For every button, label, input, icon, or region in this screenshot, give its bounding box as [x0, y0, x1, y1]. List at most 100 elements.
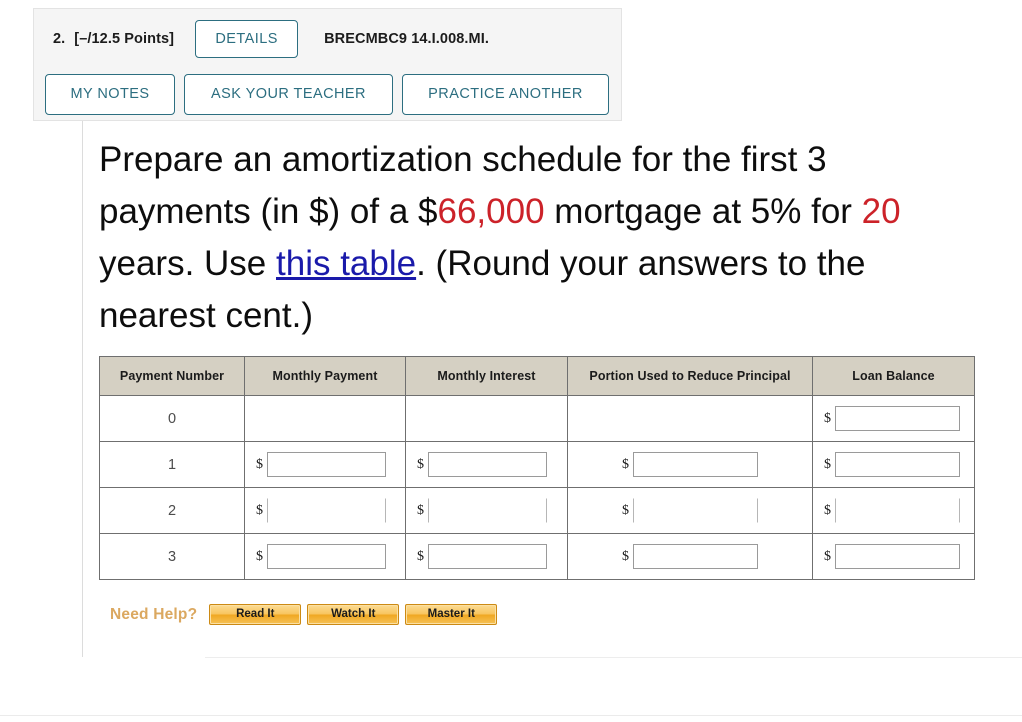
- monthly-interest-input-row-2[interactable]: [428, 498, 547, 523]
- dollar-sign-icon: $: [622, 548, 629, 564]
- cell-monthly-interest-1: $: [405, 441, 568, 488]
- content-left-divider: [82, 121, 83, 657]
- monthly-interest-input-row-3[interactable]: [428, 544, 547, 569]
- cell-monthly-interest-2: $: [405, 487, 568, 534]
- loan-balance-input-row-2[interactable]: [835, 498, 960, 523]
- money-group: $: [813, 534, 974, 579]
- monthly-interest-input-row-1[interactable]: [428, 452, 547, 477]
- cell-loan-balance-3: $: [812, 533, 975, 580]
- section-divider: [205, 657, 1022, 658]
- dollar-sign-icon: $: [256, 456, 263, 472]
- cell-loan-balance-1: $: [812, 441, 975, 488]
- money-group: $: [406, 488, 567, 533]
- question-code: BRECMBC9 14.I.008.MI.: [324, 31, 489, 47]
- dollar-sign-icon: $: [256, 502, 263, 518]
- loan-balance-input-row-3[interactable]: [835, 544, 960, 569]
- cell-portion-principal-2: $: [567, 487, 813, 534]
- cell-monthly-interest-0: [405, 395, 568, 442]
- question-line-1: Prepare an amortization schedule for the…: [99, 140, 827, 179]
- money-group: $: [568, 442, 812, 487]
- money-group: $: [245, 534, 405, 579]
- money-group: $: [813, 442, 974, 487]
- question-prompt-text: Prepare an amortization schedule for the…: [99, 134, 1022, 342]
- column-header-monthly-payment: Monthly Payment: [244, 356, 406, 396]
- table-row: 2 $ $ $ $: [99, 487, 975, 534]
- table-row: 0 $: [99, 395, 975, 442]
- cell-payment-number-2: 2: [99, 487, 245, 534]
- portion-principal-input-row-1[interactable]: [633, 452, 758, 477]
- question-line-2-part-a: payments (in $) of a $: [99, 192, 438, 231]
- column-header-loan-balance: Loan Balance: [812, 356, 975, 396]
- dollar-sign-icon: $: [256, 548, 263, 564]
- need-help-row: Need Help? Read It Watch It Master It: [110, 604, 503, 625]
- this-table-link[interactable]: this table: [276, 244, 416, 283]
- dollar-sign-icon: $: [622, 502, 629, 518]
- details-button[interactable]: DETAILS: [195, 20, 299, 58]
- question-number: 2.: [53, 31, 66, 47]
- cell-monthly-interest-3: $: [405, 533, 568, 580]
- question-header-bottom-row: MY NOTES ASK YOUR TEACHER PRACTICE ANOTH…: [34, 66, 621, 122]
- question-header-top-row: 2. [–/12.5 Points] DETAILS BRECMBC9 14.I…: [34, 9, 621, 69]
- money-group: $: [245, 442, 405, 487]
- dollar-sign-icon: $: [824, 410, 831, 426]
- loan-balance-input-row-0[interactable]: [835, 406, 960, 431]
- monthly-payment-input-row-2[interactable]: [267, 498, 386, 523]
- cell-payment-number-1: 1: [99, 441, 245, 488]
- dollar-sign-icon: $: [824, 548, 831, 564]
- money-group: $: [245, 488, 405, 533]
- cell-portion-principal-1: $: [567, 441, 813, 488]
- monthly-payment-input-row-1[interactable]: [267, 452, 386, 477]
- cell-monthly-payment-3: $: [244, 533, 406, 580]
- my-notes-button[interactable]: MY NOTES: [45, 73, 175, 115]
- question-line-3-part-b: . (Round your answers to the: [416, 244, 866, 283]
- money-group: $: [406, 442, 567, 487]
- table-row: 1 $ $ $ $: [99, 441, 975, 488]
- question-line-3-part-a: years. Use: [99, 244, 276, 283]
- dollar-sign-icon: $: [417, 456, 424, 472]
- question-points: [–/12.5 Points]: [74, 31, 175, 47]
- cell-portion-principal-0: [567, 395, 813, 442]
- cell-monthly-payment-1: $: [244, 441, 406, 488]
- cell-loan-balance-0: $: [812, 395, 975, 442]
- principal-amount-value: 66,000: [437, 192, 545, 231]
- cell-payment-number-0: 0: [99, 395, 245, 442]
- page-bottom-divider: [0, 715, 1022, 716]
- need-help-label: Need Help?: [110, 605, 198, 623]
- amortization-schedule-table: Payment Number Monthly Payment Monthly I…: [99, 356, 975, 580]
- monthly-payment-input-row-3[interactable]: [267, 544, 386, 569]
- dollar-sign-icon: $: [417, 548, 424, 564]
- money-group: $: [406, 534, 567, 579]
- question-body: Prepare an amortization schedule for the…: [99, 134, 1022, 342]
- term-years-value: 20: [861, 192, 901, 231]
- read-it-button[interactable]: Read It: [209, 604, 302, 625]
- table-header-row: Payment Number Monthly Payment Monthly I…: [99, 356, 975, 396]
- ask-your-teacher-button[interactable]: ASK YOUR TEACHER: [184, 73, 393, 115]
- question-line-4: nearest cent.): [99, 296, 313, 335]
- portion-principal-input-row-2[interactable]: [633, 498, 758, 523]
- cell-portion-principal-3: $: [567, 533, 813, 580]
- question-line-3: years. Use this table. (Round your answe…: [99, 238, 1022, 290]
- cell-monthly-payment-0: [244, 395, 406, 442]
- column-header-payment-number: Payment Number: [99, 356, 245, 396]
- loan-balance-input-row-1[interactable]: [835, 452, 960, 477]
- question-header-panel: 2. [–/12.5 Points] DETAILS BRECMBC9 14.I…: [33, 8, 622, 121]
- practice-another-button[interactable]: PRACTICE ANOTHER: [402, 73, 609, 115]
- question-line-2: payments (in $) of a $66,000 mortgage at…: [99, 186, 1022, 238]
- money-group: $: [813, 488, 974, 533]
- question-line-2-part-b: mortgage at 5% for: [544, 192, 862, 231]
- money-group: $: [568, 488, 812, 533]
- cell-payment-number-3: 3: [99, 533, 245, 580]
- money-group: $: [568, 534, 812, 579]
- column-header-monthly-interest: Monthly Interest: [405, 356, 568, 396]
- dollar-sign-icon: $: [417, 502, 424, 518]
- dollar-sign-icon: $: [824, 456, 831, 472]
- cell-monthly-payment-2: $: [244, 487, 406, 534]
- dollar-sign-icon: $: [622, 456, 629, 472]
- table-row: 3 $ $ $ $: [99, 533, 975, 580]
- watch-it-button[interactable]: Watch It: [307, 604, 400, 625]
- master-it-button[interactable]: Master It: [405, 604, 498, 625]
- dollar-sign-icon: $: [824, 502, 831, 518]
- column-header-portion-principal: Portion Used to Reduce Principal: [567, 356, 813, 396]
- portion-principal-input-row-3[interactable]: [633, 544, 758, 569]
- cell-loan-balance-2: $: [812, 487, 975, 534]
